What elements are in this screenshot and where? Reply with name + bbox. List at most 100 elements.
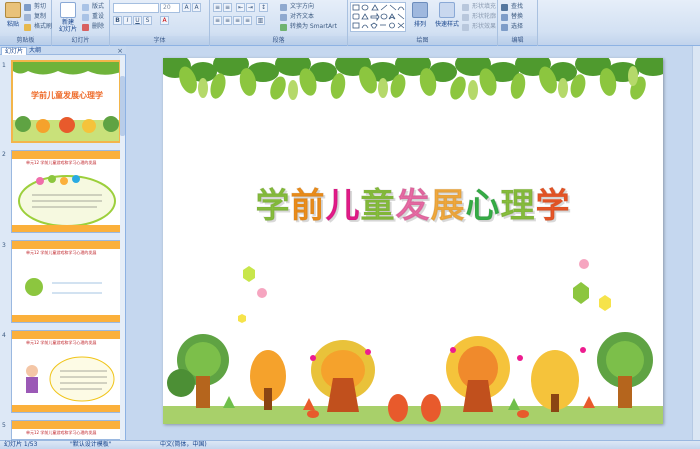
arrange-icon <box>412 2 428 18</box>
clipboard-group: 粘贴 剪切 复制 格式刷 剪贴板 <box>0 0 52 46</box>
thumbnail-4-title: 单元12 学前儿童游戏和学习心理的发展 <box>26 340 97 345</box>
decorative-dots <box>238 259 611 323</box>
title-char: 前 <box>290 186 326 227</box>
smartart-button[interactable]: 转换为 SmartArt <box>280 22 337 32</box>
paragraph-group: ≡ ≡ ⇤ ⇥ ↕ ≡ ≡ ≡ ≡ ▥ 文字方向 对齐文本 转换为 SmartA… <box>210 0 348 46</box>
thumbnail-number: 4 <box>2 332 6 339</box>
title-char: 童 <box>360 186 396 227</box>
fill-bucket-icon <box>462 4 469 11</box>
effects-icon <box>462 24 469 31</box>
ribbon: 粘贴 剪切 复制 格式刷 剪贴板 新建 幻灯片 版式 重设 删除 幻灯片 20 … <box>0 0 700 46</box>
copy-icon <box>24 14 31 21</box>
layout-button[interactable]: 版式 <box>82 2 104 12</box>
language-indicator[interactable]: 中文(简体，中国) <box>160 441 207 449</box>
shapes-gallery-icon <box>352 4 405 29</box>
pen-icon <box>462 14 469 21</box>
thumbnail-scrollbar[interactable] <box>120 56 125 440</box>
new-slide-icon <box>60 2 76 18</box>
slide-count: 幻灯片 1/53 <box>4 441 38 448</box>
current-slide[interactable]: 学前儿童发展心理学 <box>163 58 663 424</box>
slide-thumbnail-1[interactable]: 学前儿童发展心理学 <box>11 60 121 143</box>
align-right-icon[interactable]: ≡ <box>233 16 242 25</box>
thumbnail-3-title: 单元12 学前儿童游戏和学习心理的发展 <box>26 250 97 255</box>
text-direction-icon <box>280 4 287 11</box>
delete-button[interactable]: 删除 <box>82 22 104 32</box>
cut-button[interactable]: 剪切 <box>24 2 46 12</box>
thumbnail-1-title: 学前儿童发展心理学 <box>31 91 103 100</box>
leaf-garland-decoration <box>163 58 663 100</box>
line-spacing-icon[interactable]: ↕ <box>259 3 268 12</box>
find-button[interactable]: 查找 <box>501 2 523 12</box>
arrange-button[interactable]: 排列 <box>408 2 432 28</box>
columns-icon[interactable]: ▥ <box>256 16 265 25</box>
font-group: 20 A A B I U S A 字体 <box>110 0 210 46</box>
font-label: 字体 <box>110 36 209 45</box>
paragraph-label: 段落 <box>210 36 347 45</box>
editing-group: 查找 替换 选择 编辑 <box>498 0 538 46</box>
numbering-icon[interactable]: ≡ <box>223 3 232 12</box>
font-name-combo[interactable] <box>113 3 159 13</box>
underline-icon[interactable]: U <box>133 16 142 25</box>
strikethrough-icon[interactable]: S <box>143 16 152 25</box>
reset-button[interactable]: 重设 <box>82 12 104 22</box>
slide-thumbnail-4[interactable]: 单元12 学前儿童游戏和学习心理的发展 <box>11 330 121 413</box>
justify-icon[interactable]: ≡ <box>243 16 252 25</box>
increase-indent-icon[interactable]: ⇥ <box>246 3 255 12</box>
delete-icon <box>82 24 89 31</box>
brush-icon <box>24 24 31 31</box>
align-center-icon[interactable]: ≡ <box>223 16 232 25</box>
title-char: 理 <box>500 186 536 227</box>
thumbnail-5-title: 单元12 学前儿童游戏和学习心理的发展 <box>26 430 97 435</box>
select-button[interactable]: 选择 <box>501 22 523 32</box>
slide-title[interactable]: 学前儿童发展心理学 <box>163 178 663 227</box>
font-color-icon[interactable]: A <box>160 16 169 25</box>
grow-font-icon[interactable]: A <box>182 3 191 12</box>
slides-label: 幻灯片 <box>52 36 109 45</box>
shrink-font-icon[interactable]: A <box>192 3 201 12</box>
thumbnail-1-preview <box>13 62 119 141</box>
format-painter-button[interactable]: 格式刷 <box>24 22 52 32</box>
shape-effects-button[interactable]: 形状效果 <box>462 22 496 32</box>
decrease-indent-icon[interactable]: ⇤ <box>236 3 245 12</box>
title-char: 学 <box>255 186 291 227</box>
paste-button[interactable]: 粘贴 <box>2 2 24 28</box>
shape-outline-button[interactable]: 形状轮廓 <box>462 12 496 22</box>
new-slide-button[interactable]: 新建 幻灯片 <box>55 2 81 33</box>
reset-icon <box>82 14 89 21</box>
thumbnail-number: 5 <box>2 422 6 429</box>
align-text-button[interactable]: 对齐文本 <box>280 12 314 22</box>
clipboard-label: 剪贴板 <box>0 36 51 45</box>
italic-icon[interactable]: I <box>123 16 132 25</box>
slide-editing-area: 学前儿童发展心理学 <box>127 46 700 440</box>
forest-decoration <box>163 332 663 424</box>
status-bar: 幻灯片 1/53 "默认设计模板" 中文(简体，中国) <box>0 440 700 449</box>
shapes-gallery[interactable] <box>350 2 406 32</box>
slide-scrollbar[interactable] <box>692 46 700 440</box>
title-char: 儿 <box>325 186 361 227</box>
title-char: 展 <box>430 186 466 227</box>
align-left-icon[interactable]: ≡ <box>213 16 222 25</box>
shape-fill-button[interactable]: 形状填充 <box>462 2 496 12</box>
title-char: 学 <box>535 186 571 227</box>
replace-button[interactable]: 替换 <box>501 12 523 22</box>
quick-styles-button[interactable]: 快速样式 <box>432 2 462 28</box>
font-size-combo[interactable]: 20 <box>160 3 180 13</box>
panel-tabs: 幻灯片 大纲 × <box>0 46 126 55</box>
copy-button[interactable]: 复制 <box>24 12 46 22</box>
tab-slides[interactable]: 幻灯片 <box>1 47 28 55</box>
close-icon[interactable]: × <box>117 47 123 55</box>
scrollbar-thumb[interactable] <box>120 76 125 136</box>
replace-icon <box>501 14 508 21</box>
slide-thumbnail-2[interactable]: 单元12 学前儿童游戏和学习心理的发展 <box>11 150 121 233</box>
slide-thumbnail-3[interactable]: 单元12 学前儿童游戏和学习心理的发展 <box>11 240 121 323</box>
text-direction-button[interactable]: 文字方向 <box>280 2 314 12</box>
title-char: 发 <box>395 186 431 227</box>
quick-styles-icon <box>439 2 455 18</box>
thumbnail-2-title: 单元12 学前儿童游戏和学习心理的发展 <box>26 160 97 165</box>
tab-outline[interactable]: 大纲 <box>26 47 44 55</box>
slide-thumbnail-5[interactable]: 单元12 学前儿童游戏和学习心理的发展 <box>11 420 121 440</box>
bullets-icon[interactable]: ≡ <box>213 3 222 12</box>
thumbnail-number: 1 <box>2 62 6 69</box>
thumbnail-number: 2 <box>2 151 6 158</box>
bold-icon[interactable]: B <box>113 16 122 25</box>
